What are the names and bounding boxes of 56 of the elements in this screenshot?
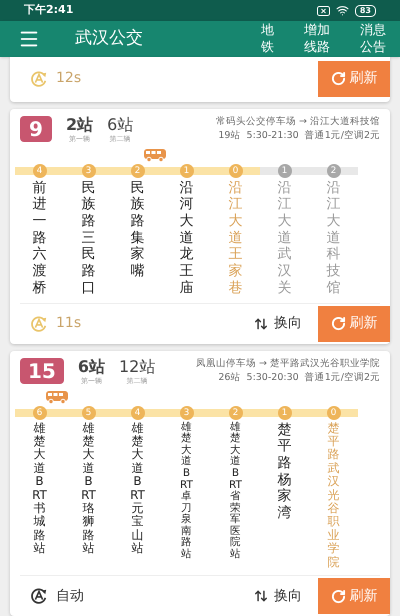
stop-count-badge: 0: [228, 164, 242, 178]
switch-direction-button[interactable]: 换向: [254, 313, 302, 334]
stop-count-badge: 4: [130, 406, 144, 420]
stops-away-label: 12站: [118, 356, 156, 377]
countdown-label: 12s: [56, 69, 82, 88]
app-title: 武汉公交: [75, 27, 143, 50]
stops-away-label: 2站: [66, 114, 94, 135]
bus-icon: [45, 390, 70, 404]
stop-count-badge: 3: [180, 406, 194, 420]
route-number-badge: 15: [20, 358, 64, 384]
route-number-badge: 9: [20, 116, 52, 142]
stop-count-badge: 1: [278, 406, 292, 420]
toolbar-action[interactable]: 消息 公告: [360, 22, 386, 56]
stop-count-badge: 6: [32, 406, 46, 420]
station-name[interactable]: 雄楚大道BRT书城路站: [31, 422, 48, 556]
sim-icon: [316, 6, 330, 16]
auto-refresh-icon: [30, 587, 48, 605]
refresh-icon: [330, 316, 346, 332]
station-name[interactable]: 民族路三民路口: [79, 180, 98, 297]
refresh-icon: [330, 588, 346, 604]
bus-icon: [143, 148, 168, 162]
switch-direction-button[interactable]: 换向: [254, 586, 302, 606]
stop-count-badge: 0: [326, 406, 340, 420]
toolbar-action[interactable]: 增加 线路: [304, 22, 330, 56]
stop-count-badge: 2: [130, 164, 144, 178]
route-direction: 常码头公交停车场 → 沿江大道科技馆: [216, 114, 380, 129]
route-info: 19站 5:30-21:30 普通1元/空调2元: [218, 128, 380, 143]
station-name[interactable]: 雄楚大道BRT省荣军医院站: [228, 422, 243, 561]
auto-refresh-icon: [30, 314, 48, 333]
stop-count-badge: 1: [278, 164, 292, 178]
stops-away-label: 6站: [78, 356, 105, 377]
station-name[interactable]: 沿河大道龙王庙: [177, 180, 196, 297]
swap-icon: [254, 316, 268, 331]
stops-away-label: 6站: [107, 114, 134, 135]
stop-count-badge: 4: [32, 164, 46, 178]
station-name[interactable]: 雄楚大道BRT元宝山站: [129, 422, 146, 556]
route-direction: 凤凰山停车场 → 楚平路武汉光谷职业学院: [196, 356, 380, 371]
stop-count-badge: 1: [180, 164, 194, 178]
route-info: 26站 5:30-20:30 普通1元/空调2元: [218, 370, 380, 385]
countdown-label: 11s: [56, 314, 82, 334]
station-name[interactable]: 前进一路六渡桥: [30, 180, 49, 297]
stop-count-badge: 2: [326, 164, 340, 178]
swap-icon: [254, 589, 268, 603]
countdown-label: 自动: [56, 586, 84, 606]
stop-count-badge: 5: [82, 406, 96, 420]
toolbar-action[interactable]: 地 铁: [261, 22, 274, 56]
status-time: 下午2:41: [24, 2, 74, 18]
station-name[interactable]: 民族路集家嘴: [128, 180, 147, 280]
station-name[interactable]: 雄楚大道BRT卓刀泉南路站: [179, 422, 194, 561]
station-name[interactable]: 楚平路杨家湾: [275, 422, 294, 522]
stop-count-badge: 2: [228, 406, 242, 420]
battery-indicator: 83: [354, 4, 376, 17]
auto-refresh-icon: [30, 70, 48, 88]
stop-count-badge: 3: [82, 164, 96, 178]
refresh-icon: [330, 71, 346, 86]
station-name[interactable]: 雄楚大道BRT珞狮路站: [80, 422, 97, 556]
